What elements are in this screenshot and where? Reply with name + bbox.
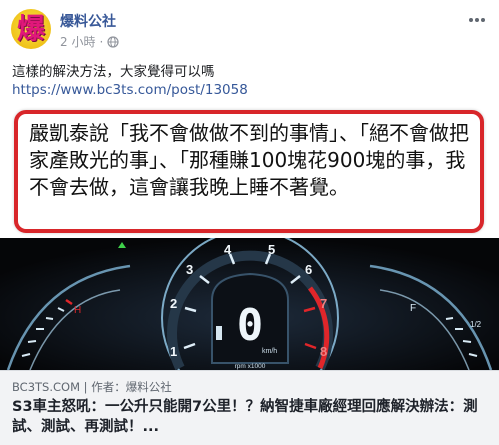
tach-label-5: 5: [268, 242, 275, 257]
speed-readout: 0: [237, 300, 264, 351]
link-preview-card[interactable]: BC3TS.COM | 作者：爆料公社 S3車主怒吼：一公升只能開7公里！？納智…: [0, 370, 499, 445]
post-timestamp[interactable]: 2 小時: [60, 33, 95, 50]
dashboard-photo: H F 1/2 1 2 3 4 5 6 7 8 0 km/h rpm x1000: [0, 238, 499, 370]
tach-label-2: 2: [170, 296, 177, 311]
quote-box: 嚴凱泰說「我不會做做不到的事情」、「絕不會做把家產敗光的事」、「那種賺100塊花…: [14, 110, 484, 233]
post-message: 這樣的解決方法，大家覺得可以嗎: [12, 64, 215, 80]
quote-panel: 嚴凱泰說「我不會做做不到的事情」、「絕不會做把家產敗光的事」、「那種賺100塊花…: [0, 106, 499, 238]
fuel-half-label: 1/2: [470, 320, 482, 329]
post-link[interactable]: https://www.bc3ts.com/post/13058: [12, 81, 248, 99]
dashboard-gauge: H F 1/2 1 2 3 4 5 6 7 8 0 km/h rpm x1000: [0, 238, 499, 370]
more-options-icon[interactable]: [465, 12, 489, 28]
fuel-full-label: F: [410, 303, 416, 314]
link-headline[interactable]: S3車主怒吼：一公升只能開7公里！？納智捷車廠經理回應解決辦法：測試、測試、再測…: [12, 397, 492, 437]
globe-icon[interactable]: [107, 35, 119, 48]
avatar-logo: 爆: [16, 12, 45, 45]
gear-bar: [216, 326, 222, 340]
meta-separator: ·: [99, 34, 104, 49]
shared-link-image[interactable]: 嚴凱泰說「我不會做做不到的事情」、「絕不會做把家產敗光的事」、「那種賺100塊花…: [0, 106, 499, 370]
tach-label-1: 1: [170, 344, 177, 359]
tach-label-8: 8: [320, 344, 327, 359]
tach-label-3: 3: [186, 262, 193, 277]
tach-label-4: 4: [224, 242, 232, 257]
temp-high-label: H: [74, 305, 81, 316]
post-meta: 2 小時 ·: [60, 33, 119, 50]
tach-label-6: 6: [305, 262, 312, 277]
rpm-label: rpm x1000: [235, 363, 266, 370]
avatar[interactable]: 爆: [11, 9, 51, 49]
page-name-link[interactable]: 爆料公社: [60, 11, 116, 31]
post-header: 爆 爆料公社 2 小時 ·: [0, 0, 499, 58]
speed-unit: km/h: [262, 348, 277, 355]
link-source: BC3TS.COM | 作者：爆料公社: [12, 380, 172, 394]
quote-text: 嚴凱泰說「我不會做做不到的事情」、「絕不會做把家產敗光的事」、「那種賺100塊花…: [29, 121, 469, 199]
tach-label-7: 7: [320, 296, 327, 311]
